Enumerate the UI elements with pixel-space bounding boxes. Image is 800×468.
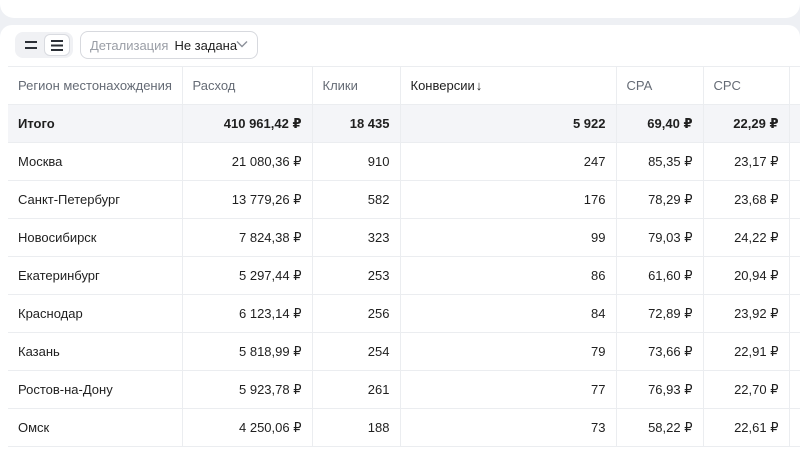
cell-spend: 5 297,44 ₽	[182, 256, 313, 295]
cell-conversions: 99	[400, 218, 617, 257]
cell-conversions: 84	[400, 294, 617, 333]
total-cpa: 69,40 ₽	[616, 104, 704, 143]
total-overflow-cell	[789, 104, 800, 143]
cell-cpa: 72,89 ₽	[616, 294, 704, 333]
stats-table: Регион местонахождения Расход Клики Конв…	[8, 66, 800, 447]
cell-region: Казань	[8, 332, 183, 371]
cell-conversions: 86	[400, 256, 617, 295]
cell-conversions: 73	[400, 408, 617, 447]
cell-region: Краснодар	[8, 294, 183, 333]
table-row[interactable]: Краснодар 6 123,14 ₽256 84 72,89 ₽23,92 ₽	[8, 294, 800, 333]
cell-clicks: 910	[312, 142, 401, 181]
column-header-region[interactable]: Регион местонахождения	[8, 66, 183, 105]
detail-value: Не задана	[174, 37, 238, 53]
cell-cpa: 58,22 ₽	[616, 408, 704, 447]
total-row: Итого 410 961,42 ₽ 18 435 5 922 69,40 ₽ …	[8, 104, 800, 143]
table-row[interactable]: Санкт-Петербург 13 779,26 ₽582 176 78,29 ₽2…	[8, 180, 800, 219]
cell-cpc: 22,91 ₽	[703, 332, 790, 371]
top-panel	[0, 0, 800, 18]
cell-cpc: 20,94 ₽	[703, 256, 790, 295]
cell-region: Санкт-Петербург	[8, 180, 183, 219]
detail-select[interactable]: Детализация Не задана	[80, 31, 258, 59]
column-header-conversions[interactable]: Конверсии↓	[400, 66, 617, 105]
compact-view-button[interactable]	[18, 34, 44, 56]
cell-spend: 21 080,36 ₽	[182, 142, 313, 181]
cell-cpa: 73,66 ₽	[616, 332, 704, 371]
table-row[interactable]: Москва 21 080,36 ₽910 247 85,35 ₽23,17 ₽	[8, 142, 800, 181]
table-toolbar: Детализация Не задана	[0, 25, 800, 66]
table-row[interactable]: Ростов-на-Дону 5 923,78 ₽261 77 76,93 ₽22,7…	[8, 370, 800, 409]
column-header-overflow	[789, 66, 800, 105]
cell-overflow	[789, 256, 800, 295]
cell-overflow	[789, 370, 800, 409]
total-cpc: 22,29 ₽	[703, 104, 790, 143]
report-card: Детализация Не задана Регион местонахожд…	[0, 25, 800, 468]
cell-overflow	[789, 332, 800, 371]
cell-cpa: 85,35 ₽	[616, 142, 704, 181]
total-spend: 410 961,42 ₽	[182, 104, 313, 143]
column-header-spend[interactable]: Расход	[182, 66, 313, 105]
cell-spend: 13 779,26 ₽	[182, 180, 313, 219]
cell-cpc: 23,17 ₽	[703, 142, 790, 181]
table-row[interactable]: Новосибирск 7 824,38 ₽323 99 79,03 ₽24,22 ₽	[8, 218, 800, 257]
cell-cpa: 76,93 ₽	[616, 370, 704, 409]
cell-spend: 5 818,99 ₽	[182, 332, 313, 371]
cell-clicks: 261	[312, 370, 401, 409]
cell-cpc: 22,70 ₽	[703, 370, 790, 409]
cell-cpc: 23,68 ₽	[703, 180, 790, 219]
total-clicks: 18 435	[312, 104, 401, 143]
cell-spend: 5 923,78 ₽	[182, 370, 313, 409]
detail-label: Детализация	[90, 37, 169, 53]
cell-spend: 4 250,06 ₽	[182, 408, 313, 447]
cell-cpc: 22,61 ₽	[703, 408, 790, 447]
chevron-down-icon	[236, 41, 248, 48]
cell-region: Омск	[8, 408, 183, 447]
cell-clicks: 323	[312, 218, 401, 257]
cell-overflow	[789, 408, 800, 447]
cell-clicks: 253	[312, 256, 401, 295]
cell-cpa: 78,29 ₽	[616, 180, 704, 219]
cell-cpa: 61,60 ₽	[616, 256, 704, 295]
cell-overflow	[789, 142, 800, 181]
cell-conversions: 176	[400, 180, 617, 219]
cell-overflow	[789, 218, 800, 257]
cell-cpc: 24,22 ₽	[703, 218, 790, 257]
table-row[interactable]: Казань 5 818,99 ₽254 79 73,66 ₽22,91 ₽	[8, 332, 800, 371]
table-header-row: Регион местонахождения Расход Клики Конв…	[8, 66, 800, 105]
cell-spend: 7 824,38 ₽	[182, 218, 313, 257]
sort-desc-icon: ↓	[475, 78, 483, 93]
cell-overflow	[789, 180, 800, 219]
compact-rows-icon	[25, 41, 37, 49]
cell-region: Екатеринбург	[8, 256, 183, 295]
cell-conversions: 77	[400, 370, 617, 409]
comfortable-view-button[interactable]	[44, 34, 70, 56]
cell-conversions: 247	[400, 142, 617, 181]
table-row[interactable]: Омск 4 250,06 ₽188 73 58,22 ₽22,61 ₽	[8, 408, 800, 447]
cell-spend: 6 123,14 ₽	[182, 294, 313, 333]
cell-conversions: 79	[400, 332, 617, 371]
cell-clicks: 582	[312, 180, 401, 219]
table-row[interactable]: Екатеринбург 5 297,44 ₽253 86 61,60 ₽20,94 …	[8, 256, 800, 295]
cell-clicks: 188	[312, 408, 401, 447]
total-label: Итого	[8, 104, 183, 143]
column-header-clicks[interactable]: Клики	[312, 66, 401, 105]
cell-region: Ростов-на-Дону	[8, 370, 183, 409]
total-conversions: 5 922	[400, 104, 617, 143]
cell-cpa: 79,03 ₽	[616, 218, 704, 257]
row-density-toggle	[15, 32, 73, 58]
column-header-cpc[interactable]: CPC	[703, 66, 790, 105]
cell-region: Москва	[8, 142, 183, 181]
comfortable-rows-icon	[51, 39, 63, 51]
cell-clicks: 256	[312, 294, 401, 333]
cell-region: Новосибирск	[8, 218, 183, 257]
stats-table-container: Регион местонахождения Расход Клики Конв…	[8, 66, 800, 468]
column-header-cpa[interactable]: CPA	[616, 66, 704, 105]
cell-clicks: 254	[312, 332, 401, 371]
cell-overflow	[789, 294, 800, 333]
cell-cpc: 23,92 ₽	[703, 294, 790, 333]
